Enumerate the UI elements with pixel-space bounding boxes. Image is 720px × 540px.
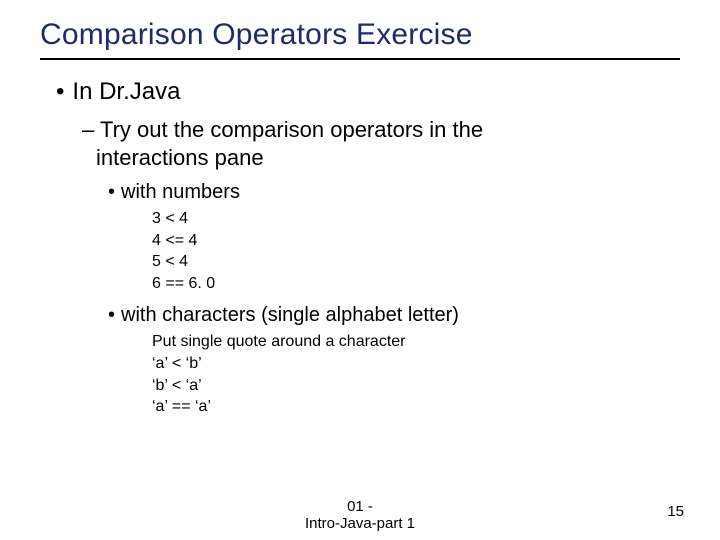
footer-line2: Intro-Java-part 1 [0,515,720,532]
bullet-lvl3-chars: • with characters (single alphabet letter… [40,304,680,327]
note-line: Put single quote around a character [152,331,680,353]
bullet-dot-icon: • [108,181,115,203]
code-line: 4 <= 4 [152,230,680,252]
bullet-lvl2: – Try out the comparison operators in th… [40,116,680,171]
slide-title: Comparison Operators Exercise [40,18,680,60]
bullet-lvl3-numbers: • with numbers [40,181,680,204]
bullet-dot-icon: • [108,304,115,326]
lvl2-line1: – Try out the comparison operators in th… [82,117,483,142]
code-line: 3 < 4 [152,208,680,230]
numbers-examples: 3 < 4 4 <= 4 5 < 4 6 == 6. 0 [40,208,680,294]
footer-line1: 01 - [0,498,720,515]
bullet-lvl1: • In Dr.Java [40,78,680,106]
page-number: 15 [667,503,684,520]
lvl1-text: In Dr.Java [72,78,180,105]
code-line: 6 == 6. 0 [152,273,680,295]
code-line: ‘a’ == ‘a’ [152,396,680,418]
bullet-dot-icon: • [56,78,64,105]
lvl2-line2: interactions pane [96,145,264,170]
footer-center: 01 - Intro-Java-part 1 [0,498,720,533]
code-line: 5 < 4 [152,251,680,273]
chars-examples: Put single quote around a character ‘a’ … [40,331,680,417]
code-line: ‘b’ < ‘a’ [152,375,680,397]
section-chars-label: with characters (single alphabet letter) [121,304,459,326]
code-line: ‘a’ < ‘b’ [152,353,680,375]
section-numbers-label: with numbers [121,181,240,203]
